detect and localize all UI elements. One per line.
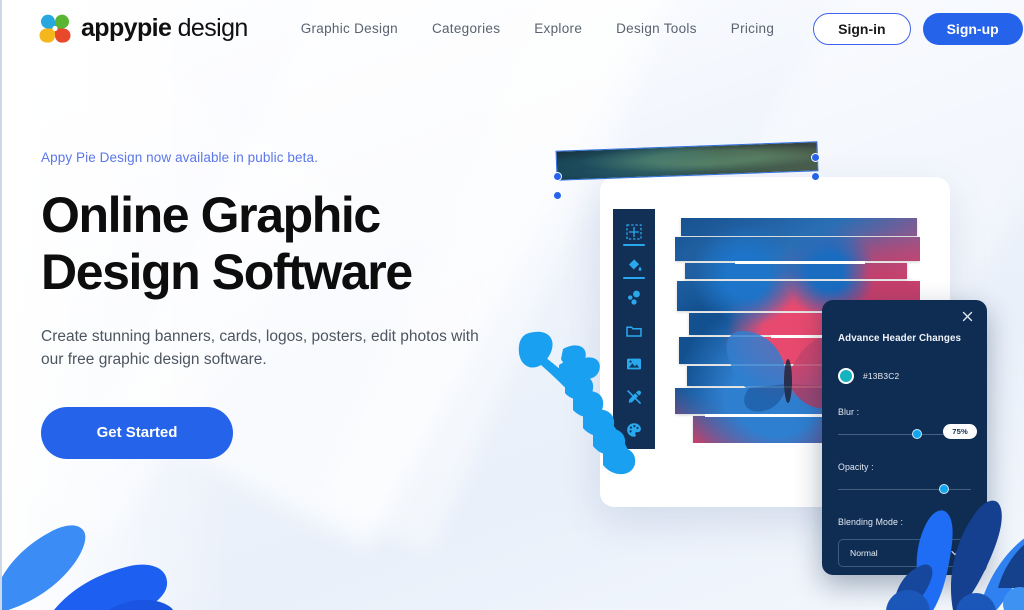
hero-eyebrow: Appy Pie Design now available in public … [41, 150, 318, 165]
hero-subtext: Create stunning banners, cards, logos, p… [41, 328, 479, 369]
blur-value-badge: 75% [943, 424, 977, 439]
editor-toolbar [613, 209, 655, 449]
editor-mockup: Advance Header Changes #13B3C2 Blur : 75… [520, 120, 1024, 610]
hero-section: Appy Pie Design now available in public … [41, 150, 541, 459]
sign-up-button[interactable]: Sign-up [922, 12, 1023, 45]
color-hex-value: #13B3C2 [863, 371, 900, 381]
eyedropper-off-icon[interactable] [625, 388, 643, 406]
opacity-label: Opacity : [838, 462, 874, 472]
logo[interactable]: appypie design [38, 13, 248, 45]
blending-mode-label: Blending Mode : [838, 517, 904, 527]
chevron-down-icon [951, 549, 959, 557]
nav-item-categories[interactable]: Categories [415, 21, 517, 36]
main-nav: Graphic Design Categories Explore Design… [284, 12, 1024, 45]
logo-text-light: design [171, 14, 249, 42]
selection-handle-left-top[interactable] [553, 172, 562, 181]
logo-text: appypie design [81, 16, 248, 41]
image-icon[interactable] [625, 355, 643, 373]
selection-handle-right-top[interactable] [811, 153, 820, 162]
selection-handle-right-bottom[interactable] [811, 172, 820, 181]
appypie-flower-logo-icon [38, 13, 72, 45]
page-root: appypie design Graphic Design Categories… [0, 0, 1024, 610]
nav-item-explore[interactable]: Explore [517, 21, 599, 36]
opacity-slider-knob[interactable] [939, 484, 950, 494]
nav-item-design-tools[interactable]: Design Tools [599, 21, 714, 36]
color-field[interactable]: #13B3C2 [838, 368, 971, 384]
color-palette-icon[interactable] [625, 421, 643, 439]
blur-label: Blur : [838, 407, 860, 417]
advance-header-changes-panel: Advance Header Changes #13B3C2 Blur : 75… [822, 300, 987, 575]
nav-item-graphic-design[interactable]: Graphic Design [284, 21, 415, 36]
nodes-shapes-icon[interactable] [625, 289, 643, 307]
page-title: Online Graphic Design Software [41, 187, 541, 301]
left-border-edge [0, 0, 2, 610]
headline-line-2: Design Software [41, 244, 413, 300]
color-swatch[interactable] [838, 368, 854, 384]
sign-in-button[interactable]: Sign-in [813, 12, 911, 45]
nav-item-pricing[interactable]: Pricing [714, 21, 791, 36]
paint-bucket-icon[interactable] [623, 256, 645, 279]
logo-text-bold: appypie [81, 14, 172, 42]
headline-line-1: Online Graphic [41, 187, 381, 243]
opacity-slider[interactable] [838, 484, 971, 494]
panel-title: Advance Header Changes [838, 333, 962, 344]
blending-mode-value: Normal [850, 548, 878, 558]
selection-handle-left-bottom[interactable] [553, 191, 562, 200]
selected-header-image-strip[interactable] [555, 141, 819, 181]
blur-slider[interactable]: 75% [838, 424, 977, 439]
opacity-slider-track [838, 488, 971, 490]
blending-mode-select[interactable]: Normal [838, 539, 971, 567]
transform-grid-icon[interactable] [623, 223, 645, 246]
close-icon[interactable] [961, 310, 974, 323]
folder-icon[interactable] [625, 322, 643, 340]
get-started-button[interactable]: Get Started [41, 406, 233, 459]
blur-slider-knob[interactable] [912, 429, 923, 439]
site-header: appypie design Graphic Design Categories… [0, 0, 1024, 57]
